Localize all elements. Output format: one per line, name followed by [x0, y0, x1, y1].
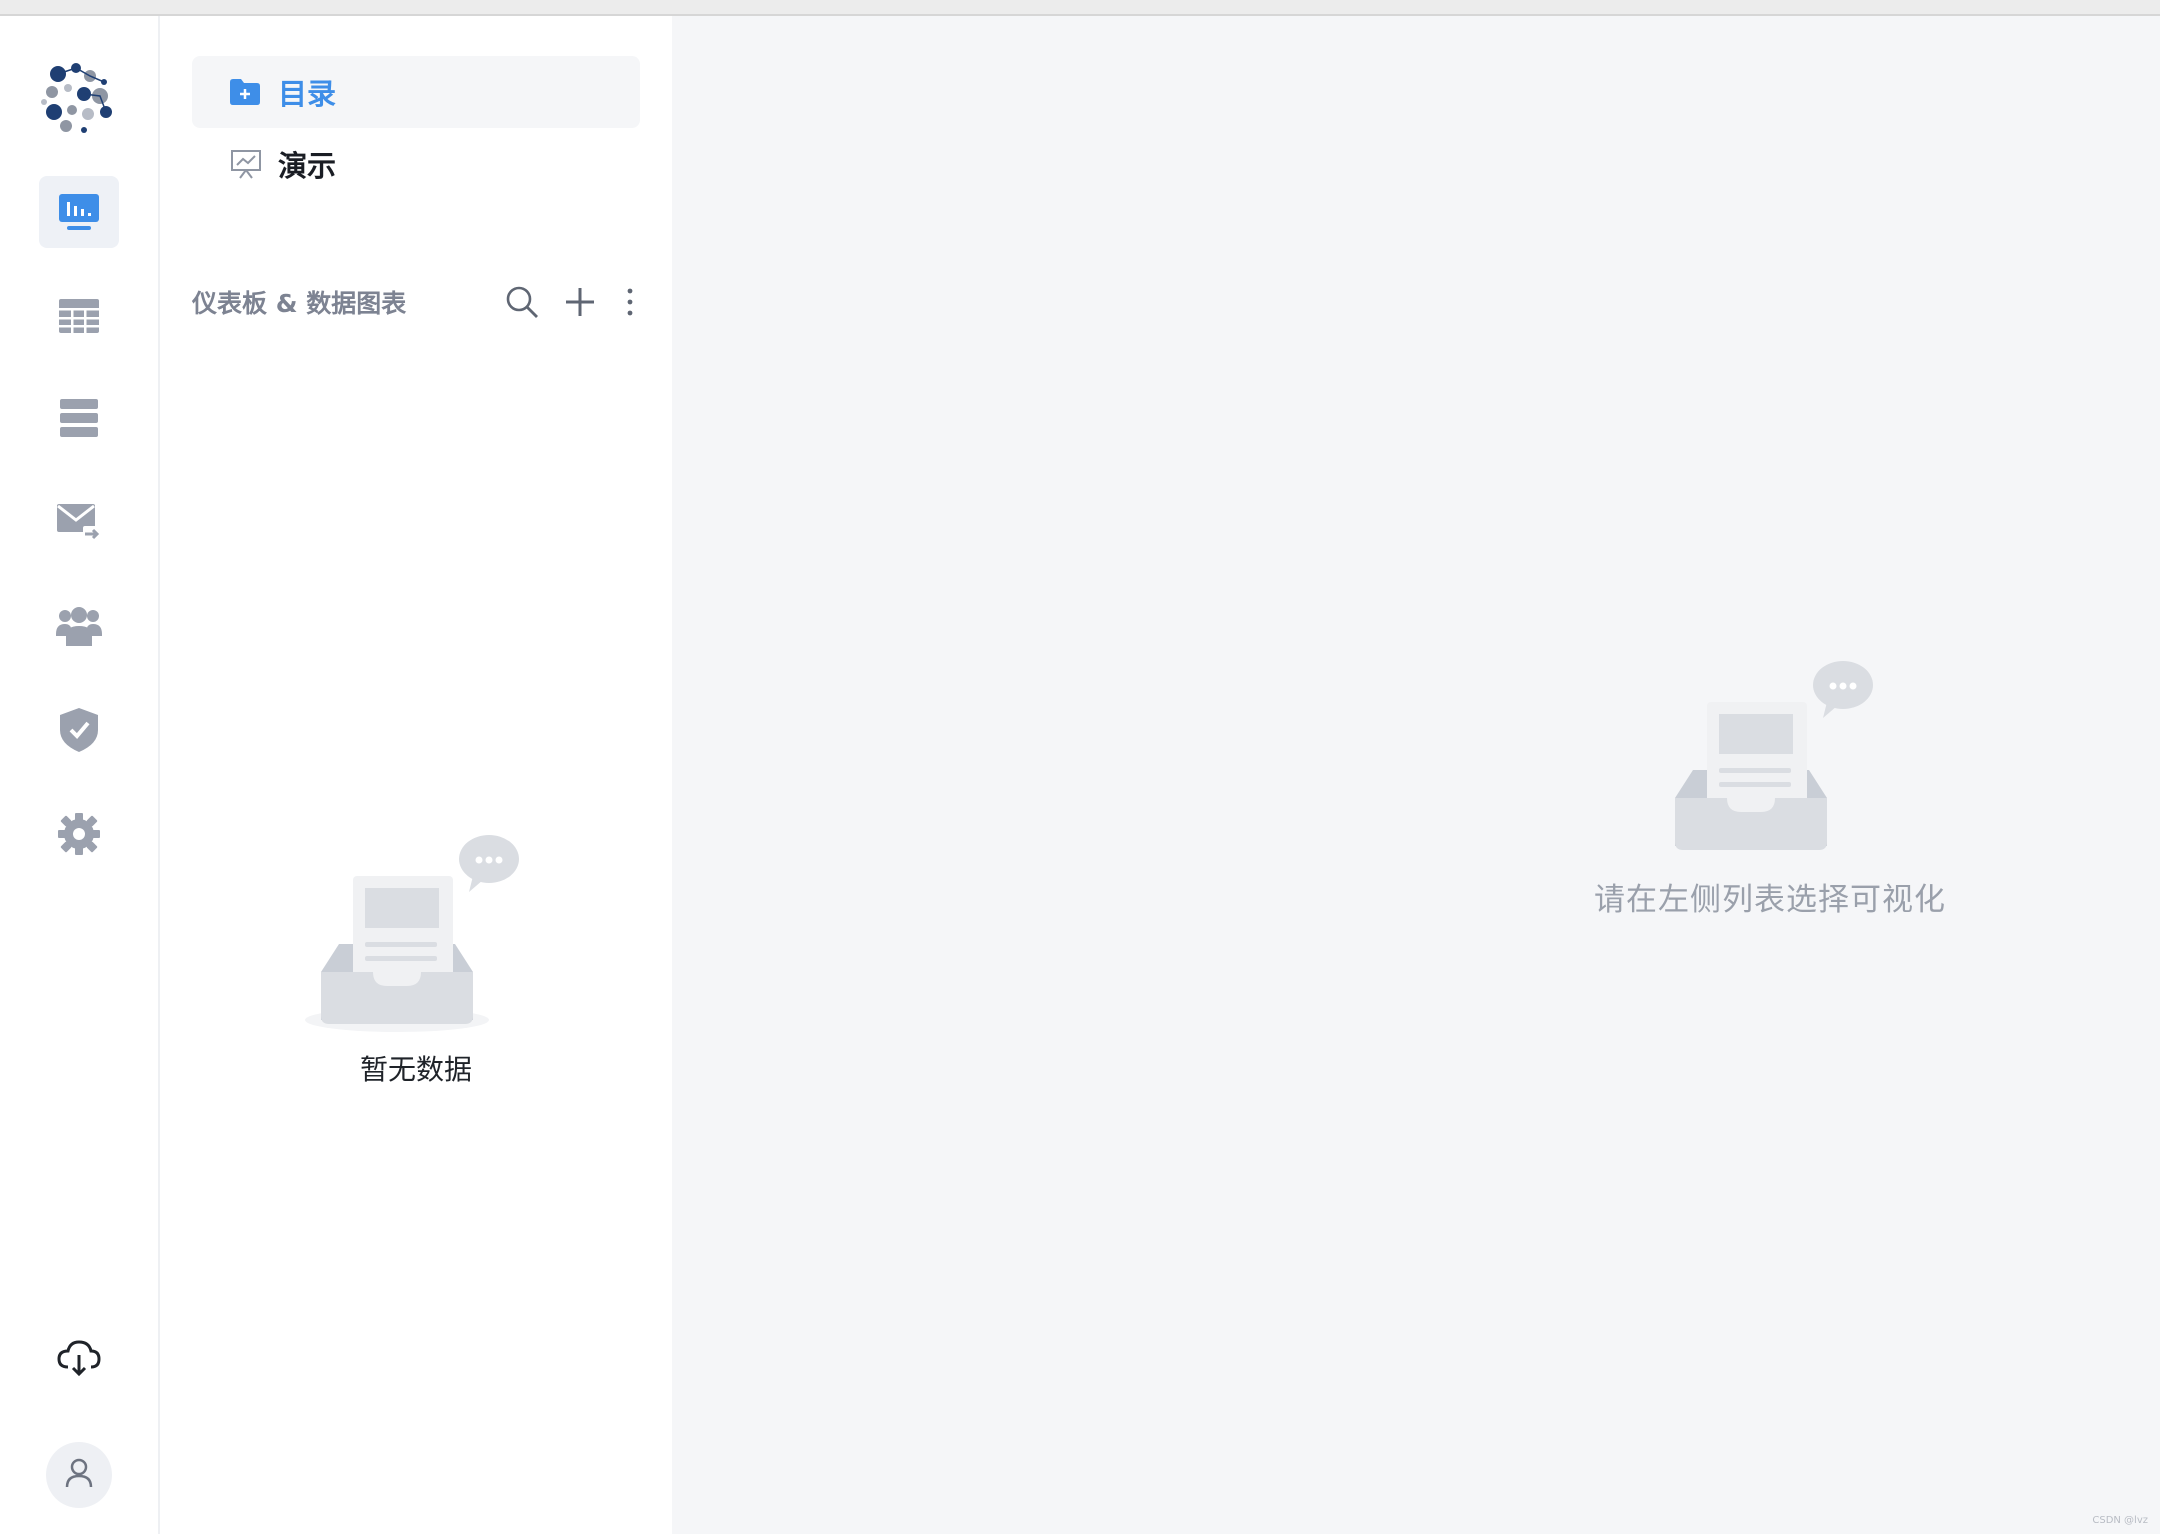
nav-item-storyboard-label: 演示 — [278, 149, 337, 183]
rail-download[interactable] — [39, 1322, 119, 1394]
mail-share-icon — [57, 504, 101, 540]
main-empty-text: 请在左侧列表选择可视化 — [1594, 882, 1946, 918]
settings-icon — [58, 813, 100, 855]
rail-database[interactable] — [39, 382, 119, 454]
rail-dashboard[interactable] — [39, 176, 119, 248]
nav-item-catalog-label: 目录 — [278, 77, 337, 111]
section-title: 仪表板 & 数据图表 — [192, 289, 407, 318]
dashboard-icon — [57, 190, 101, 234]
nav-item-storyboard[interactable]: 演示 — [192, 128, 640, 200]
window-top-bar — [0, 0, 2160, 16]
rail-schedules[interactable] — [39, 486, 119, 558]
empty-inbox-icon — [1655, 640, 1885, 874]
section-actions — [504, 284, 640, 320]
more-vertical-icon[interactable] — [620, 284, 640, 320]
plus-icon[interactable] — [562, 284, 598, 320]
presentation-icon — [230, 147, 264, 181]
watermark: CSDN @lvz — [2092, 1515, 2148, 1526]
empty-inbox-icon — [301, 814, 531, 1048]
rail-tables[interactable] — [39, 280, 119, 352]
section-header: 仪表板 & 数据图表 — [192, 278, 640, 326]
user-avatar[interactable] — [46, 1442, 112, 1508]
main-empty-state: 请在左侧列表选择可视化 — [1560, 640, 1980, 940]
icon-rail — [0, 16, 160, 1534]
rail-settings[interactable] — [39, 798, 119, 870]
nav-item-catalog[interactable]: 目录 — [192, 56, 640, 128]
app-logo[interactable] — [38, 58, 118, 138]
folder-plus-icon — [230, 75, 264, 109]
cloud-download-icon — [57, 1339, 101, 1377]
users-icon — [56, 606, 102, 646]
database-icon — [60, 399, 98, 437]
rail-permissions[interactable] — [39, 694, 119, 766]
table-icon — [59, 299, 99, 333]
user-icon — [65, 1458, 93, 1492]
side-panel: 目录 演示 仪表板 & 数据图表 — [160, 16, 672, 1534]
sidebar-empty-state: 暂无数据 — [160, 814, 672, 1094]
shield-check-icon — [60, 708, 98, 752]
sidebar-empty-text: 暂无数据 — [359, 1053, 472, 1086]
search-icon[interactable] — [504, 284, 540, 320]
rail-members[interactable] — [39, 590, 119, 662]
